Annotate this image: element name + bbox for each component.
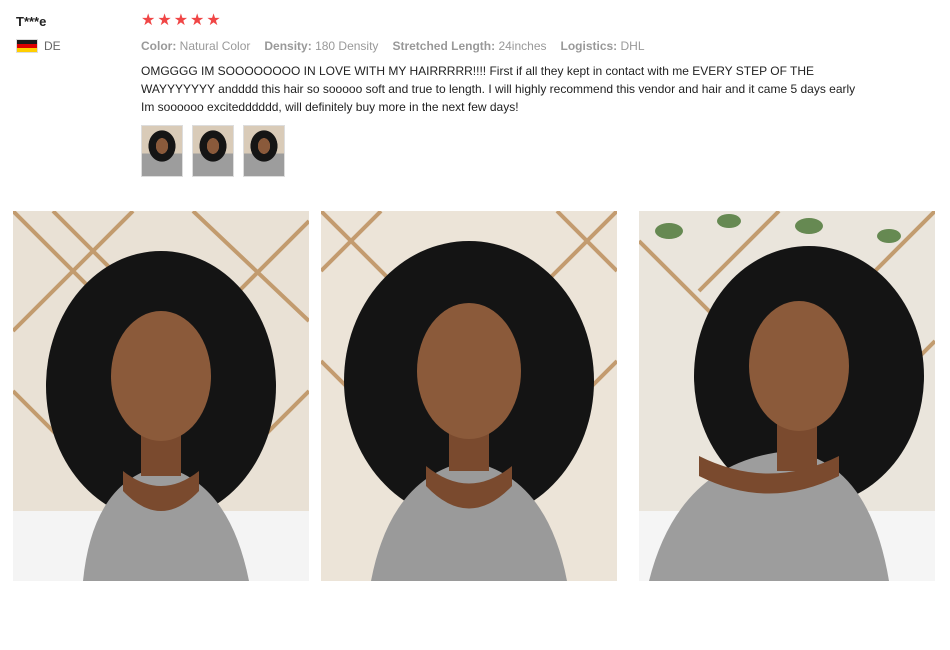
review-text: OMGGGG IM SOOOOOOOO IN LOVE WITH MY HAIR…: [141, 64, 856, 114]
attribute-color: Color: Natural Color: [141, 39, 251, 53]
star-icon: ★: [190, 12, 205, 29]
star-icon: ★: [157, 12, 172, 29]
product-attributes: Color: Natural Color Density: 180 Densit…: [141, 38, 881, 54]
reviewer-name: T***e: [16, 14, 47, 29]
review-thumbnail[interactable]: [192, 125, 234, 177]
star-icon: ★: [206, 12, 221, 29]
review-photo[interactable]: [321, 211, 617, 581]
attribute-density: Density: 180 Density: [264, 39, 379, 53]
review-photo-gallery: [13, 211, 935, 583]
germany-flag-icon: [16, 39, 38, 53]
reviewer-info: T***e DE: [16, 14, 126, 53]
star-rating: ★ ★ ★ ★ ★: [141, 12, 881, 30]
attribute-length: Stretched Length: 24inches: [392, 39, 547, 53]
review-photo[interactable]: [639, 211, 935, 581]
star-icon: ★: [141, 12, 156, 29]
reviewer-country: DE: [16, 39, 126, 53]
review-thumbnail[interactable]: [141, 125, 183, 177]
country-code: DE: [44, 39, 61, 53]
review-thumbnails: [141, 125, 881, 177]
review-body: ★ ★ ★ ★ ★ Color: Natural Color Density: 180 …: [141, 12, 881, 177]
review-thumbnail[interactable]: [243, 125, 285, 177]
attribute-logistics: Logistics: DHL: [560, 39, 645, 53]
star-icon: ★: [173, 12, 189, 29]
review-photo[interactable]: [13, 211, 309, 581]
